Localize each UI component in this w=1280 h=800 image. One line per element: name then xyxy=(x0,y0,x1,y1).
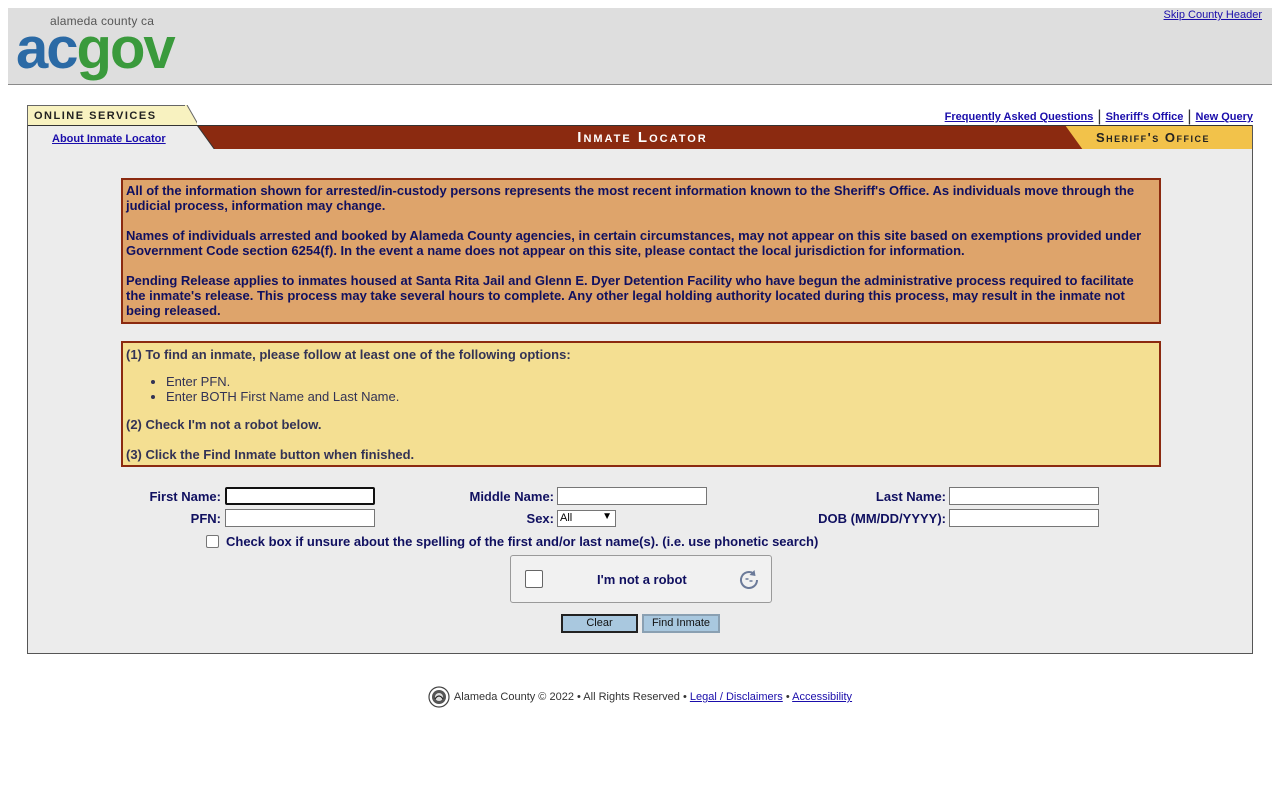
logo-part-ac: ac xyxy=(16,16,78,81)
find-inmate-button[interactable]: Find Inmate xyxy=(642,614,720,633)
instruction-option: Enter BOTH First Name and Last Name. xyxy=(166,389,1156,404)
page-footer: Alameda County © 2022 • All Rights Reser… xyxy=(0,686,1280,708)
notice-paragraph: Names of individuals arrested and booked… xyxy=(126,228,1142,258)
sex-select[interactable]: All ▼ xyxy=(557,510,616,527)
refresh-icon xyxy=(740,570,758,589)
disclaimer-notice: All of the information shown for arreste… xyxy=(121,178,1161,324)
first-name-label: First Name: xyxy=(149,489,221,504)
pfn-input[interactable] xyxy=(225,509,375,527)
legal-disclaimers-link[interactable]: Legal / Disclaimers xyxy=(690,691,783,703)
instruction-option: Enter PFN. xyxy=(166,374,1156,389)
online-services-tab: ONLINE SERVICES xyxy=(27,105,187,126)
footer-copyright: Alameda County © 2022 • All Rights Reser… xyxy=(453,690,687,703)
link-separator: | xyxy=(1187,108,1192,125)
phonetic-search-checkbox[interactable] xyxy=(206,535,219,548)
accessibility-link[interactable]: Accessibility xyxy=(792,691,852,703)
top-links: Frequently Asked Questions | Sheriff's Off… xyxy=(945,108,1253,126)
instruction-step-2: (2) Check I'm not a robot below. xyxy=(126,417,322,432)
logo-wordmark: acgov xyxy=(16,20,176,78)
dob-label: DOB (MM/DD/YYYY): xyxy=(818,511,946,526)
last-name-input[interactable] xyxy=(949,487,1099,505)
acgov-logo[interactable]: alameda county ca acgov xyxy=(16,14,192,84)
main-panel: All of the information shown for arreste… xyxy=(27,149,1253,654)
logo-part-gov: gov xyxy=(76,16,176,81)
online-services-tab-slant xyxy=(185,105,197,126)
phonetic-search-label: Check box if unsure about the spelling o… xyxy=(226,534,819,549)
captcha-label: I'm not a robot xyxy=(597,572,687,587)
sheriffs-office-link[interactable]: Sheriff's Office xyxy=(1106,111,1184,123)
sex-label: Sex: xyxy=(526,511,554,526)
skip-county-header-link[interactable]: Skip County Header xyxy=(1164,9,1262,21)
dob-input[interactable] xyxy=(949,509,1099,527)
page-title: Inmate Locator xyxy=(577,129,708,146)
sheriffs-office-label: Sheriff's Office xyxy=(1096,130,1210,145)
faq-link[interactable]: Frequently Asked Questions xyxy=(945,111,1094,123)
county-header: alameda county ca acgov Skip County Head… xyxy=(8,8,1272,85)
new-query-link[interactable]: New Query xyxy=(1196,111,1253,123)
link-separator: | xyxy=(1097,108,1102,125)
first-name-input[interactable] xyxy=(225,487,375,505)
last-name-label: Last Name: xyxy=(875,489,946,504)
clear-button[interactable]: Clear xyxy=(561,614,638,633)
captcha-checkbox[interactable] xyxy=(525,570,543,588)
chevron-down-icon: ▼ xyxy=(602,511,612,522)
middle-name-label: Middle Name: xyxy=(469,489,554,504)
instruction-step-1: (1) To find an inmate, please follow at … xyxy=(126,347,571,362)
notice-paragraph: Pending Release applies to inmates house… xyxy=(126,273,1134,318)
middle-name-input[interactable] xyxy=(557,487,707,505)
instruction-options: Enter PFN. Enter BOTH First Name and Las… xyxy=(126,374,1156,404)
pfn-label: PFN: xyxy=(190,511,221,526)
sex-select-value: All xyxy=(560,512,573,524)
footer-separator: • xyxy=(785,690,790,703)
notice-paragraph: All of the information shown for arreste… xyxy=(126,183,1135,213)
search-instructions: (1) To find an inmate, please follow at … xyxy=(121,341,1161,467)
county-seal-icon xyxy=(428,686,450,708)
captcha-widget: I'm not a robot xyxy=(510,555,772,603)
instruction-step-3: (3) Click the Find Inmate button when fi… xyxy=(126,447,415,462)
